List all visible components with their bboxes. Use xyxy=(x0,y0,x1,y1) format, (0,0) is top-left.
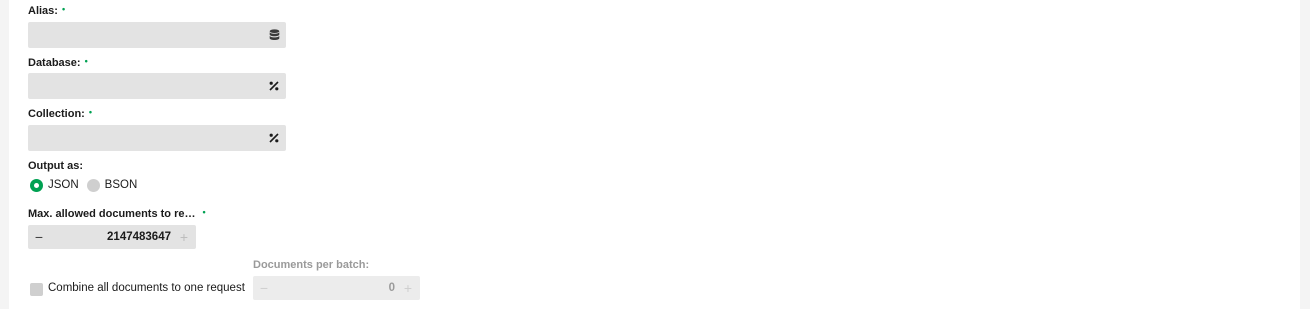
bson-radio[interactable] xyxy=(86,178,100,192)
flow-variable-icon[interactable] xyxy=(268,131,280,145)
max-documents-stepper[interactable]: − 2147483647 + xyxy=(28,225,196,249)
decrement-button[interactable]: − xyxy=(29,225,49,249)
required-dot: • xyxy=(202,207,206,217)
required-dot: • xyxy=(88,107,92,117)
output-as-label: Output as: xyxy=(28,160,83,172)
alias-input[interactable] xyxy=(28,22,274,48)
required-dot: • xyxy=(61,4,66,14)
database-field[interactable] xyxy=(28,73,286,99)
bson-radio-label[interactable]: BSON xyxy=(105,179,138,191)
documents-per-batch-value[interactable]: 0 xyxy=(285,276,395,300)
output-radio-group: JSON BSON xyxy=(30,178,145,192)
flow-variable-icon[interactable] xyxy=(268,79,280,93)
database-label: Database: • xyxy=(28,56,88,69)
database-icon[interactable] xyxy=(268,28,280,42)
alias-field[interactable] xyxy=(28,22,286,48)
collection-input[interactable] xyxy=(28,125,274,151)
json-radio-label[interactable]: JSON xyxy=(48,179,79,191)
documents-per-batch-label: Documents per batch: xyxy=(253,259,370,271)
json-radio[interactable] xyxy=(30,178,43,192)
max-documents-value[interactable]: 2147483647 xyxy=(61,225,171,249)
collection-field[interactable] xyxy=(28,125,286,151)
max-documents-label: Max. allowed documents to re… • xyxy=(28,207,206,220)
documents-per-batch-stepper[interactable]: − 0 + xyxy=(253,276,420,300)
increment-button[interactable]: + xyxy=(398,276,418,300)
decrement-button[interactable]: − xyxy=(254,276,274,300)
alias-label: Alias: • xyxy=(28,4,66,17)
database-input[interactable] xyxy=(28,73,274,99)
collection-label: Collection: • xyxy=(28,107,92,120)
combine-checkbox[interactable] xyxy=(30,283,43,296)
combine-checkbox-label[interactable]: Combine all documents to one request xyxy=(48,282,245,294)
required-dot: • xyxy=(84,56,88,66)
increment-button[interactable]: + xyxy=(174,225,194,249)
